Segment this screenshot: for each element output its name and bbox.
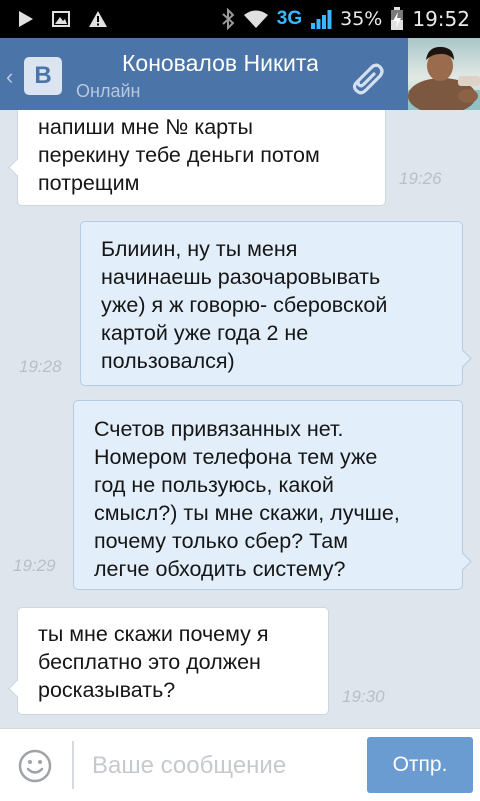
message-bubble-incoming[interactable]: напиши мне № карты перекину тебе деньги … xyxy=(8,110,442,206)
message-time: 19:26 xyxy=(399,169,442,188)
message-bubble-incoming[interactable]: ты мне скажи почему я бесплатно это долж… xyxy=(8,607,385,715)
message-text: Блииин, ну ты меня начинаешь разочаровыв… xyxy=(101,237,388,373)
play-notification-icon xyxy=(18,10,34,28)
signal-icon xyxy=(310,9,332,29)
attach-button[interactable] xyxy=(343,54,389,100)
message-input[interactable] xyxy=(90,743,354,789)
message-text: ты мне скажи почему я бесплатно это долж… xyxy=(38,622,269,702)
message-text: напиши мне № карты перекину тебе деньги … xyxy=(38,115,320,195)
emoji-button[interactable] xyxy=(18,749,52,783)
clock: 19:52 xyxy=(412,7,470,31)
image-notification-icon xyxy=(52,11,70,27)
notification-icons xyxy=(18,8,108,30)
system-icons: 3G 35% 19:52 xyxy=(221,6,470,32)
wifi-icon xyxy=(243,9,269,29)
bubble-tail xyxy=(8,679,27,698)
message-time: 19:28 xyxy=(19,357,62,376)
bluetooth-icon xyxy=(221,8,235,30)
status-bar: 3G 35% 19:52 xyxy=(0,0,480,38)
bubble-tail xyxy=(8,158,27,177)
warning-icon xyxy=(88,10,108,28)
composer-divider xyxy=(72,741,74,789)
network-type: 3G xyxy=(276,8,303,29)
back-arrow-icon[interactable]: ‹ xyxy=(6,64,13,90)
paperclip-icon xyxy=(352,63,384,95)
contact-name: Коновалов Никита xyxy=(122,50,318,76)
battery-percent: 35% xyxy=(340,8,383,30)
vk-logo[interactable]: B xyxy=(24,57,62,95)
contact-avatar[interactable] xyxy=(408,38,480,110)
bubble-tail xyxy=(453,349,472,368)
send-button[interactable]: Отпр. xyxy=(367,737,473,793)
contact-status: Онлайн xyxy=(76,81,141,101)
bubble-tail xyxy=(453,552,472,571)
message-time: 19:29 xyxy=(13,556,56,575)
message-composer: Отпр. xyxy=(0,728,480,801)
message-bubble-outgoing[interactable]: Блииин, ну ты меня начинаешь разочаровыв… xyxy=(19,221,472,386)
smiley-icon xyxy=(18,749,52,783)
chat-header: ‹ B Коновалов Никита Онлайн xyxy=(0,38,480,110)
message-text: Счетов привязанных нет. Номером телефона… xyxy=(94,417,400,581)
message-time: 19:30 xyxy=(342,687,385,706)
battery-icon xyxy=(390,7,404,31)
message-list[interactable]: напиши мне № карты перекину тебе деньги … xyxy=(0,110,480,728)
message-bubble-outgoing[interactable]: Счетов привязанных нет. Номером телефона… xyxy=(13,400,472,590)
